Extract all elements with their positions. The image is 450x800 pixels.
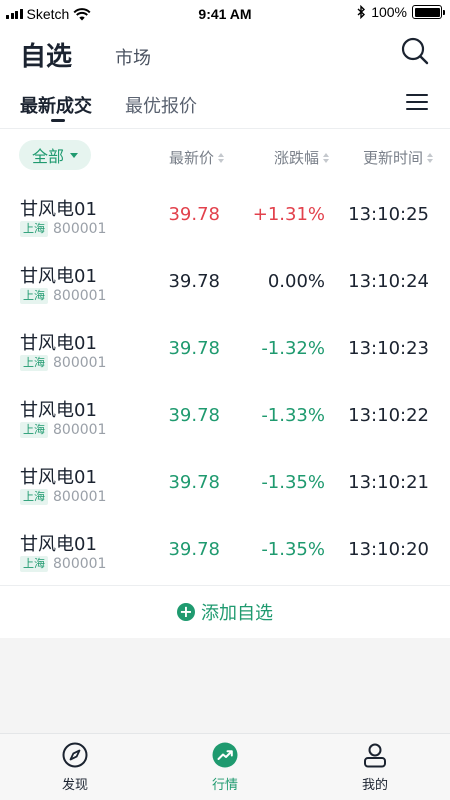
caret-down-icon — [70, 152, 78, 158]
user-icon — [364, 743, 386, 768]
sort-price[interactable]: 最新价 — [169, 147, 224, 168]
table-row[interactable]: 甘风电01 上海 800001 39.78 +1.31% 13:10:25 — [0, 183, 450, 250]
stock-meta: 上海 800001 — [20, 556, 106, 572]
status-right: 100% — [357, 4, 445, 20]
exchange-tag: 上海 — [20, 288, 48, 304]
nav-market[interactable]: 行情 — [185, 742, 265, 793]
battery-icon — [412, 5, 445, 19]
update-time: 13:10:22 — [348, 405, 429, 426]
stock-name: 甘风电01 — [20, 333, 97, 354]
stock-code: 800001 — [53, 221, 107, 237]
stock-code: 800001 — [53, 556, 107, 572]
nav-discover[interactable]: 发现 — [35, 742, 115, 793]
app-header: 自选 市场 — [0, 28, 450, 78]
change-percent: -1.35% — [261, 472, 325, 493]
battery-percent: 100% — [371, 4, 407, 20]
column-header: 全部 最新价 涨跌幅 更新时间 — [0, 138, 450, 174]
stock-meta: 上海 800001 — [20, 489, 106, 505]
plus-circle-icon: + — [177, 603, 195, 621]
filter-dropdown[interactable]: 全部 — [19, 140, 91, 170]
change-percent: -1.35% — [261, 539, 325, 560]
stock-name: 甘风电01 — [20, 467, 97, 488]
exchange-tag: 上海 — [20, 355, 48, 371]
status-bar: Sketch 9:41 AM 100% — [0, 0, 450, 28]
sort-icon — [218, 152, 224, 163]
stock-code: 800001 — [53, 288, 107, 304]
latest-price: 39.78 — [168, 338, 220, 359]
stock-meta: 上海 800001 — [20, 355, 106, 371]
latest-price: 39.78 — [168, 204, 220, 225]
add-watchlist-label: 添加自选 — [201, 603, 273, 624]
compass-icon — [62, 742, 88, 768]
stock-name: 甘风电01 — [20, 199, 97, 220]
table-row[interactable]: 甘风电01 上海 800001 39.78 0.00% 13:10:24 — [0, 250, 450, 317]
subtab-best-quotes[interactable]: 最优报价 — [125, 92, 197, 118]
update-time: 13:10:24 — [348, 271, 429, 292]
column-time-label: 更新时间 — [362, 149, 423, 167]
subtab-bar: 最新成交 最优报价 — [0, 88, 450, 128]
stock-code: 800001 — [53, 489, 107, 505]
active-tab-indicator — [51, 119, 65, 122]
nav-discover-label: 发现 — [61, 778, 88, 793]
bluetooth-icon — [357, 5, 366, 19]
tab-market[interactable]: 市场 — [115, 44, 151, 70]
search-icon — [401, 37, 429, 65]
table-row[interactable]: 甘风电01 上海 800001 39.78 -1.35% 13:10:20 — [0, 518, 450, 585]
menu-icon[interactable] — [406, 94, 428, 112]
add-watchlist-button[interactable]: + 添加自选 — [0, 588, 450, 636]
subtab-latest-trades[interactable]: 最新成交 — [20, 92, 92, 118]
stock-meta: 上海 800001 — [20, 288, 106, 304]
latest-price: 39.78 — [168, 472, 220, 493]
stock-code: 800001 — [53, 422, 107, 438]
stock-name: 甘风电01 — [20, 266, 97, 287]
tab-watchlist[interactable]: 自选 — [20, 36, 72, 73]
update-time: 13:10:25 — [348, 204, 429, 225]
watchlist: 甘风电01 上海 800001 39.78 +1.31% 13:10:25 甘风… — [0, 183, 450, 585]
stock-meta: 上海 800001 — [20, 221, 106, 237]
update-time: 13:10:20 — [348, 539, 429, 560]
update-time: 13:10:21 — [348, 472, 429, 493]
table-row[interactable]: 甘风电01 上海 800001 39.78 -1.35% 13:10:21 — [0, 451, 450, 518]
sort-time[interactable]: 更新时间 — [363, 147, 433, 168]
change-percent: 0.00% — [267, 271, 325, 292]
header-divider — [0, 128, 450, 129]
update-time: 13:10:23 — [348, 338, 429, 359]
list-divider — [0, 585, 450, 586]
sort-icon — [323, 152, 329, 163]
latest-price: 39.78 — [168, 405, 220, 426]
stock-meta: 上海 800001 — [20, 422, 106, 438]
exchange-tag: 上海 — [20, 422, 48, 438]
stock-name: 甘风电01 — [20, 400, 97, 421]
sort-change[interactable]: 涨跌幅 — [274, 147, 329, 168]
sort-icon — [427, 152, 433, 163]
stock-name: 甘风电01 — [20, 534, 97, 555]
change-percent: -1.32% — [261, 338, 325, 359]
filter-label: 全部 — [31, 147, 64, 166]
trend-up-icon — [212, 742, 238, 768]
nav-market-label: 行情 — [211, 778, 238, 793]
bottom-nav: 发现 行情 我的 — [0, 733, 450, 800]
nav-mine[interactable]: 我的 — [335, 742, 415, 793]
exchange-tag: 上海 — [20, 489, 48, 505]
column-price-label: 最新价 — [168, 149, 214, 167]
stock-code: 800001 — [53, 355, 107, 371]
exchange-tag: 上海 — [20, 556, 48, 572]
exchange-tag: 上海 — [20, 221, 48, 237]
table-row[interactable]: 甘风电01 上海 800001 39.78 -1.33% 13:10:22 — [0, 384, 450, 451]
table-row[interactable]: 甘风电01 上海 800001 39.78 -1.32% 13:10:23 — [0, 317, 450, 384]
change-percent: -1.33% — [261, 405, 325, 426]
nav-mine-label: 我的 — [361, 778, 388, 793]
column-change-label: 涨跌幅 — [273, 149, 319, 167]
latest-price: 39.78 — [168, 539, 220, 560]
search-button[interactable] — [400, 36, 430, 66]
change-percent: +1.31% — [252, 204, 325, 225]
latest-price: 39.78 — [168, 271, 220, 292]
